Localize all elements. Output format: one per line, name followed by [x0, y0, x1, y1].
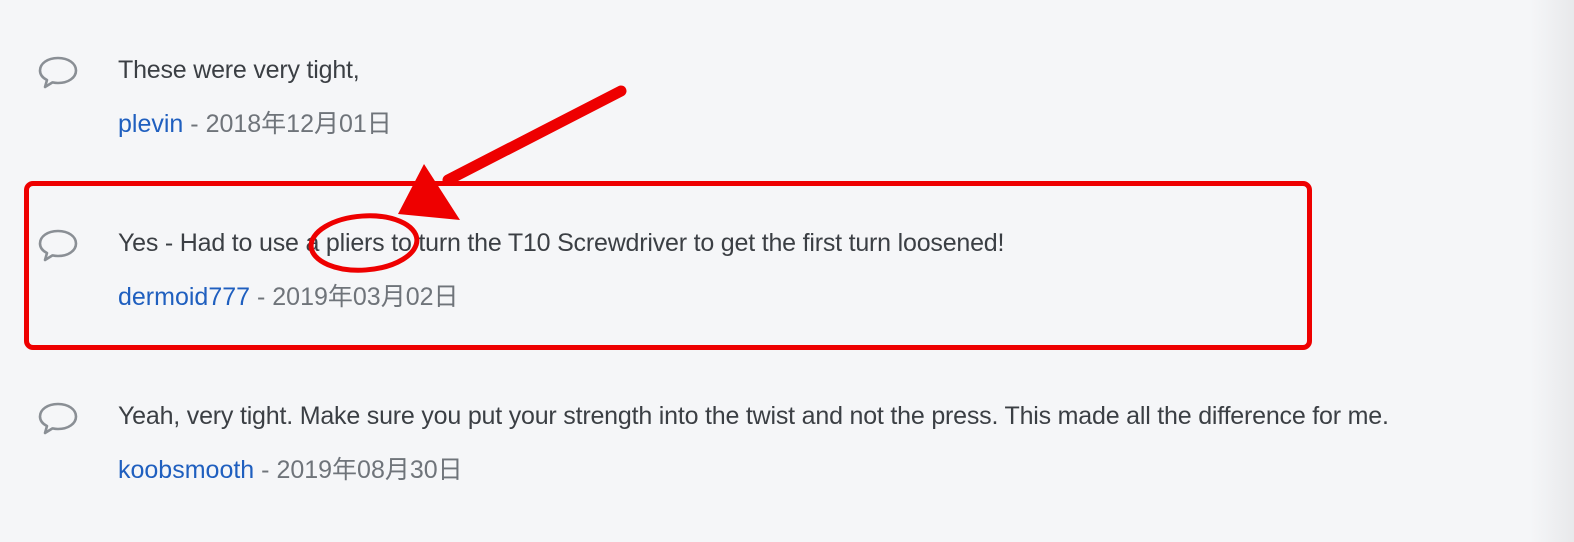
comment-item: These were very tight, plevin - 2018年12月…: [0, 53, 1574, 163]
meta-separator: -: [190, 110, 206, 138]
comment-date: 2019年08月30日: [276, 456, 463, 484]
comment-meta: plevin - 2018年12月01日: [118, 107, 392, 141]
comment-meta: dermoid777 - 2019年03月02日: [118, 280, 459, 314]
author-link[interactable]: plevin: [118, 110, 183, 138]
author-link[interactable]: dermoid777: [118, 283, 250, 311]
speech-bubble-icon: [38, 228, 78, 262]
comment-item: Yes - Had to use a pliers to turn the T1…: [0, 226, 1574, 336]
meta-separator: -: [256, 283, 273, 311]
comment-text: These were very tight,: [118, 56, 360, 84]
comment-date: 2019年03月02日: [272, 283, 459, 311]
meta-separator: -: [261, 456, 277, 484]
author-link[interactable]: koobsmooth: [118, 456, 254, 484]
speech-bubble-icon: [38, 55, 78, 89]
comment-text: Yeah, very tight. Make sure you put your…: [118, 402, 1389, 430]
comment-text: Yes - Had to use a pliers to turn the T1…: [118, 229, 1005, 257]
comment-date: 2018年12月01日: [205, 110, 392, 138]
comment-item: Yeah, very tight. Make sure you put your…: [0, 399, 1574, 509]
speech-bubble-icon: [38, 401, 78, 435]
comment-meta: koobsmooth - 2019年08月30日: [118, 453, 463, 487]
